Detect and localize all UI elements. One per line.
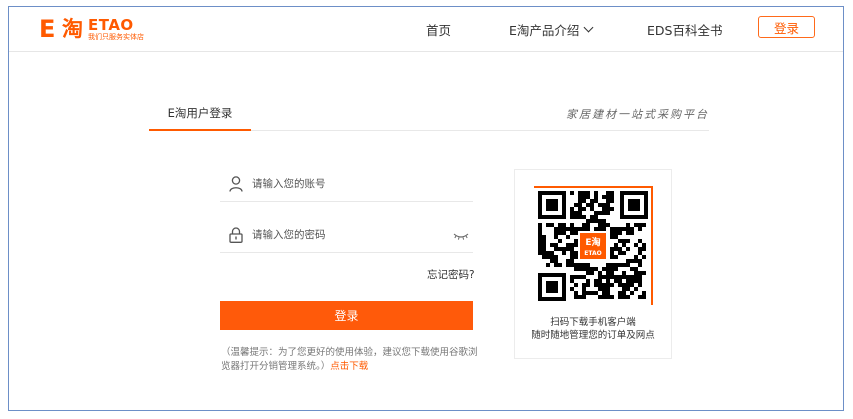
login-tab-row: E淘用户登录 家居建材一站式采购平台	[149, 97, 709, 131]
qr-caption: 扫码下载手机客户端 随时随地管理您的订单及网点	[515, 316, 671, 342]
platform-tagline: 家居建材一站式采购平台	[566, 108, 709, 121]
qr-caption-line1: 扫码下载手机客户端	[550, 317, 636, 328]
tab-user-login-label: E淘用户登录	[167, 106, 233, 120]
password-input[interactable]	[252, 225, 442, 245]
logo-text: ETAO 我们只服务实体店	[88, 17, 144, 42]
qr-logo-bottom: ETAO	[584, 250, 601, 257]
etao-logo[interactable]: E 淘 ETAO 我们只服务实体店	[39, 13, 144, 45]
nav-home-label: 首页	[426, 23, 452, 38]
qr-logo-top: E淘	[585, 236, 600, 248]
browser-hint: （温馨提示：为了您更好的使用体验，建议您下载使用谷歌浏览器打开分销管理系统。）点…	[221, 346, 483, 374]
header-login-button[interactable]: 登录	[758, 16, 815, 38]
logo-slogan: 我们只服务实体店	[88, 32, 144, 41]
logo-brand: ETAO	[88, 15, 134, 34]
qr-caption-line2: 随时随地管理您的订单及网点	[531, 330, 655, 341]
nav-eds-encyclopedia[interactable]: EDS百科全书	[647, 7, 722, 52]
download-browser-link[interactable]: 点击下载	[330, 361, 368, 372]
nav-products-dropdown[interactable]: E淘产品介绍	[509, 7, 594, 52]
header-login-label: 登录	[773, 20, 799, 36]
lock-icon	[220, 218, 252, 253]
page-frame: E 淘 ETAO 我们只服务实体店 首页 E淘产品介绍 EDS百科全书 登录 E…	[8, 6, 844, 411]
eye-closed-icon[interactable]	[453, 228, 469, 242]
nav-products-label: E淘产品介绍	[509, 23, 580, 38]
user-icon	[220, 167, 252, 202]
logo-mark: E 淘	[39, 17, 83, 41]
account-input[interactable]	[252, 174, 442, 194]
tab-user-login[interactable]: E淘用户登录	[149, 97, 251, 131]
nav-eds-label: EDS百科全书	[647, 23, 723, 38]
account-field	[220, 167, 473, 202]
qr-code: E淘 ETAO	[532, 185, 654, 307]
top-header: E 淘 ETAO 我们只服务实体店 首页 E淘产品介绍 EDS百科全书 登录	[9, 7, 843, 52]
logo-mark-e: E	[39, 15, 56, 43]
login-submit-button[interactable]: 登录	[220, 301, 473, 330]
nav-home[interactable]: 首页	[426, 7, 451, 52]
login-submit-label: 登录	[334, 309, 359, 323]
forgot-password-link[interactable]: 忘记密码?	[427, 267, 475, 282]
chevron-down-icon	[583, 22, 594, 32]
logo-mark-tao: 淘	[62, 17, 83, 41]
password-field	[220, 218, 473, 253]
app-download-card: E淘 ETAO 扫码下载手机客户端 随时随地管理您的订单及网点	[514, 169, 672, 359]
